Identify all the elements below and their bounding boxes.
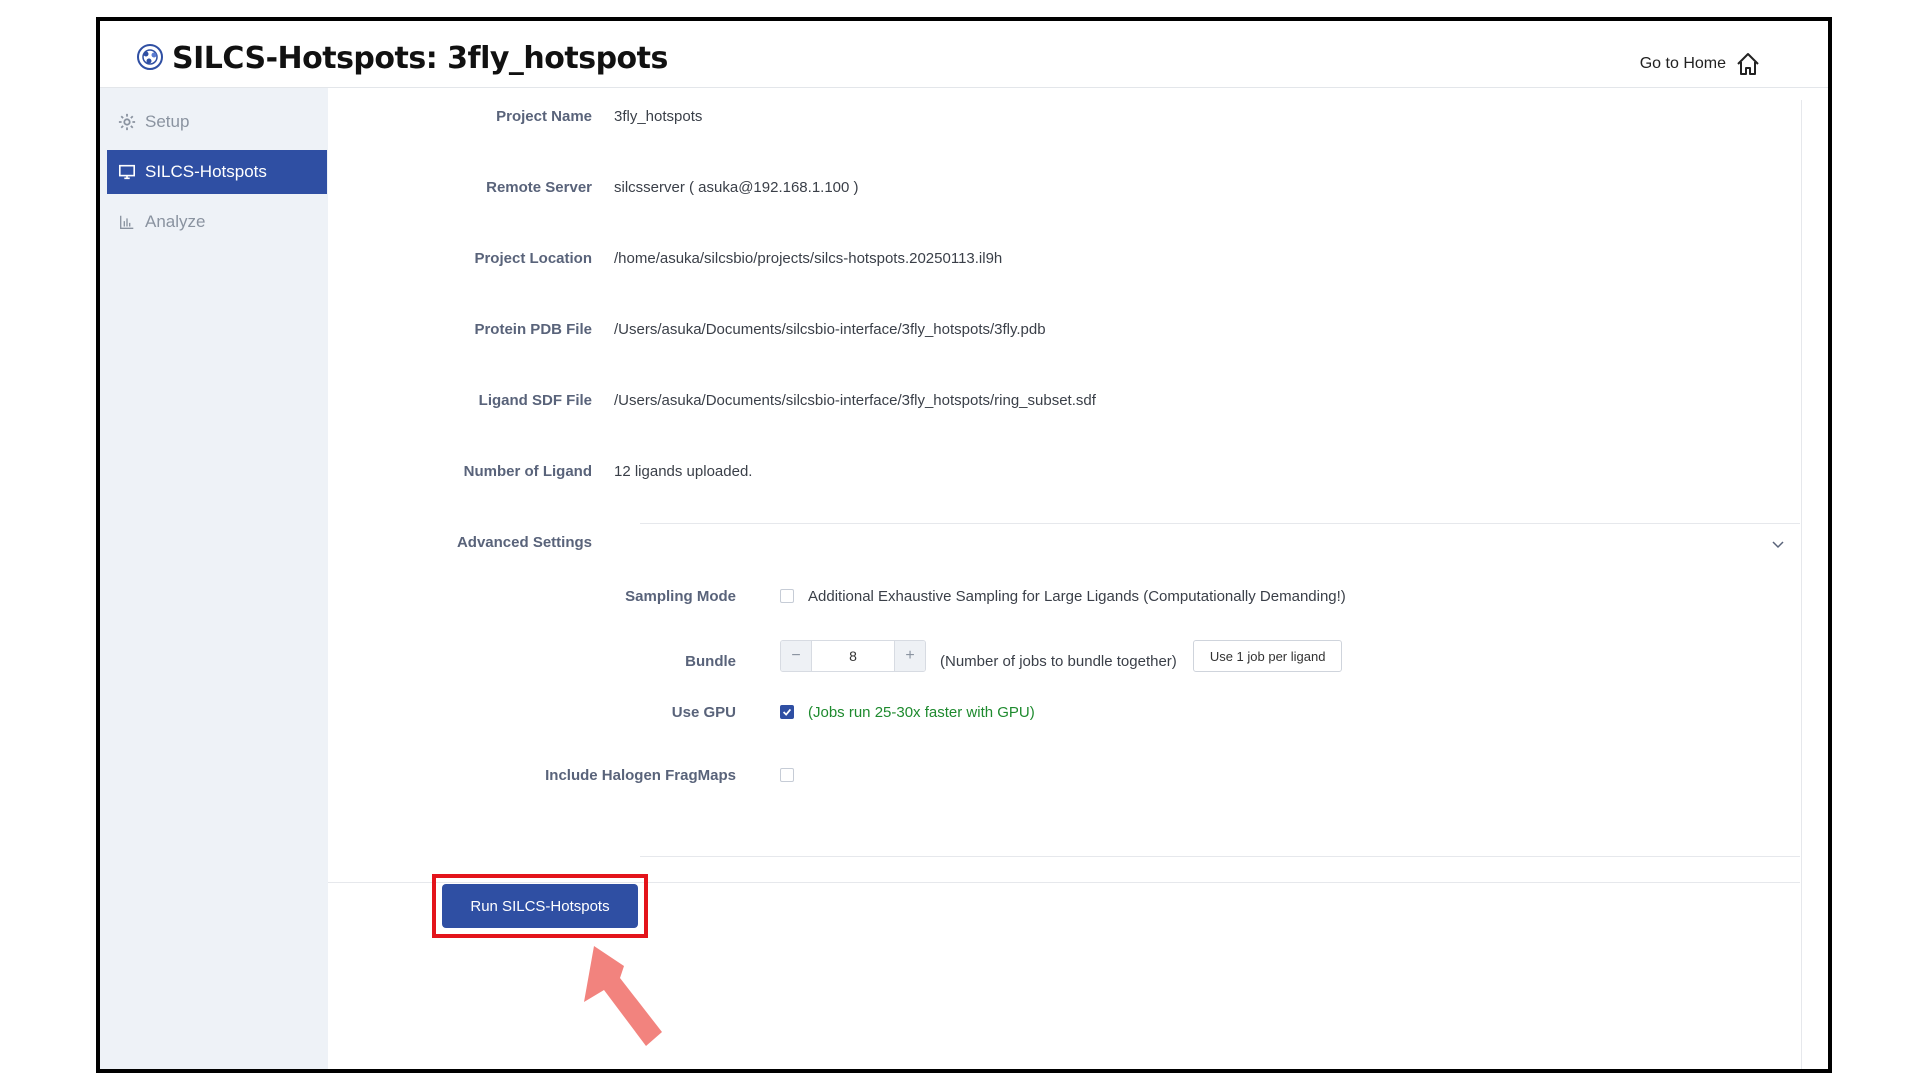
sidebar-item-label: Analyze <box>145 212 206 231</box>
field-label: Project Location <box>474 249 592 267</box>
scrollbar-track[interactable] <box>1801 100 1802 1069</box>
field-label: Protein PDB File <box>474 320 592 338</box>
field-value: 12 ligands uploaded. <box>614 462 753 480</box>
field-label: Project Name <box>496 107 592 125</box>
number-of-ligand-row: Number of Ligand 12 ligands uploaded. <box>328 457 753 485</box>
project-location-row: Project Location /home/asuka/silcsbio/pr… <box>328 244 1002 272</box>
advanced-settings-label: Advanced Settings <box>456 533 592 551</box>
sidebar-item-silcs-hotspots[interactable]: SILCS-Hotspots <box>107 150 327 194</box>
field-value: /Users/asuka/Documents/silcsbio-interfac… <box>614 391 1096 409</box>
page-title: SILCS-Hotspots: 3fly_hotspots <box>172 41 668 76</box>
divider <box>640 523 1800 524</box>
bundle-hint: (Number of jobs to bundle together) <box>940 652 1177 670</box>
remote-server-row: Remote Server silcsserver ( asuka@192.16… <box>328 173 859 201</box>
include-halogen-checkbox[interactable] <box>780 768 794 782</box>
field-value: silcsserver ( asuka@192.168.1.100 ) <box>614 178 859 196</box>
chevron-down-icon[interactable] <box>1770 536 1786 552</box>
field-value: /Users/asuka/Documents/silcsbio-interfac… <box>614 320 1046 338</box>
increment-button[interactable]: + <box>895 641 925 671</box>
bundle-stepper[interactable]: − 8 + <box>780 640 926 672</box>
header: SILCS-Hotspots: 3fly_hotspots Go to Home <box>100 21 1828 88</box>
sampling-mode-option-label: Additional Exhaustive Sampling for Large… <box>808 587 1346 605</box>
project-name-row: Project Name 3fly_hotspots <box>328 102 702 130</box>
check-icon <box>782 708 792 716</box>
field-label: Ligand SDF File <box>478 391 592 409</box>
sampling-mode-checkbox[interactable] <box>780 589 794 603</box>
app-logo-icon <box>137 44 163 70</box>
bundle-label: Bundle <box>685 652 736 670</box>
decrement-button[interactable]: − <box>781 641 811 671</box>
use-gpu-checkbox[interactable] <box>780 705 794 719</box>
sidebar-item-setup[interactable]: Setup <box>107 100 327 144</box>
field-label: Remote Server <box>486 178 592 196</box>
go-to-home-button[interactable]: Go to Home <box>1640 50 1762 78</box>
bundle-value[interactable]: 8 <box>811 641 895 671</box>
field-value: 3fly_hotspots <box>614 107 703 125</box>
field-value: /home/asuka/silcsbio/projects/silcs-hots… <box>614 249 1003 267</box>
use-one-job-per-ligand-button[interactable]: Use 1 job per ligand <box>1192 640 1343 672</box>
use-gpu-label: Use GPU <box>671 703 736 721</box>
include-halogen-row: Include Halogen FragMaps <box>328 761 808 789</box>
advanced-settings-header[interactable]: Advanced Settings <box>328 528 614 556</box>
use-gpu-hint: (Jobs run 25-30x faster with GPU) <box>808 703 1035 721</box>
sidebar-item-label: SILCS-Hotspots <box>145 162 267 181</box>
field-label: Number of Ligand <box>463 462 592 480</box>
include-halogen-label: Include Halogen FragMaps <box>545 766 736 784</box>
sampling-mode-label: Sampling Mode <box>625 587 736 605</box>
highlight-box <box>432 874 648 938</box>
gear-icon <box>117 112 137 132</box>
bar-chart-icon <box>117 212 137 232</box>
protein-pdb-row: Protein PDB File /Users/asuka/Documents/… <box>328 315 1046 343</box>
go-to-home-label: Go to Home <box>1639 55 1726 72</box>
sampling-mode-row: Sampling Mode Additional Exhaustive Samp… <box>328 582 1346 610</box>
ligand-sdf-row: Ligand SDF File /Users/asuka/Documents/s… <box>328 386 1096 414</box>
monitor-icon <box>117 162 137 182</box>
sidebar-item-analyze[interactable]: Analyze <box>107 200 327 244</box>
sidebar-item-label: Setup <box>145 112 190 131</box>
bundle-row: Bundle − 8 + (Number of jobs to bundle t… <box>328 638 1343 674</box>
use-gpu-row: Use GPU (Jobs run 25-30x faster with GPU… <box>328 698 1035 726</box>
pointer-arrow-icon <box>584 946 662 1046</box>
divider <box>640 856 1800 857</box>
sidebar: Setup SILCS-Hotspots Analyze <box>100 88 328 1069</box>
home-icon <box>1737 53 1759 75</box>
app-window: SILCS-Hotspots: 3fly_hotspots Go to Home… <box>96 17 1832 1073</box>
